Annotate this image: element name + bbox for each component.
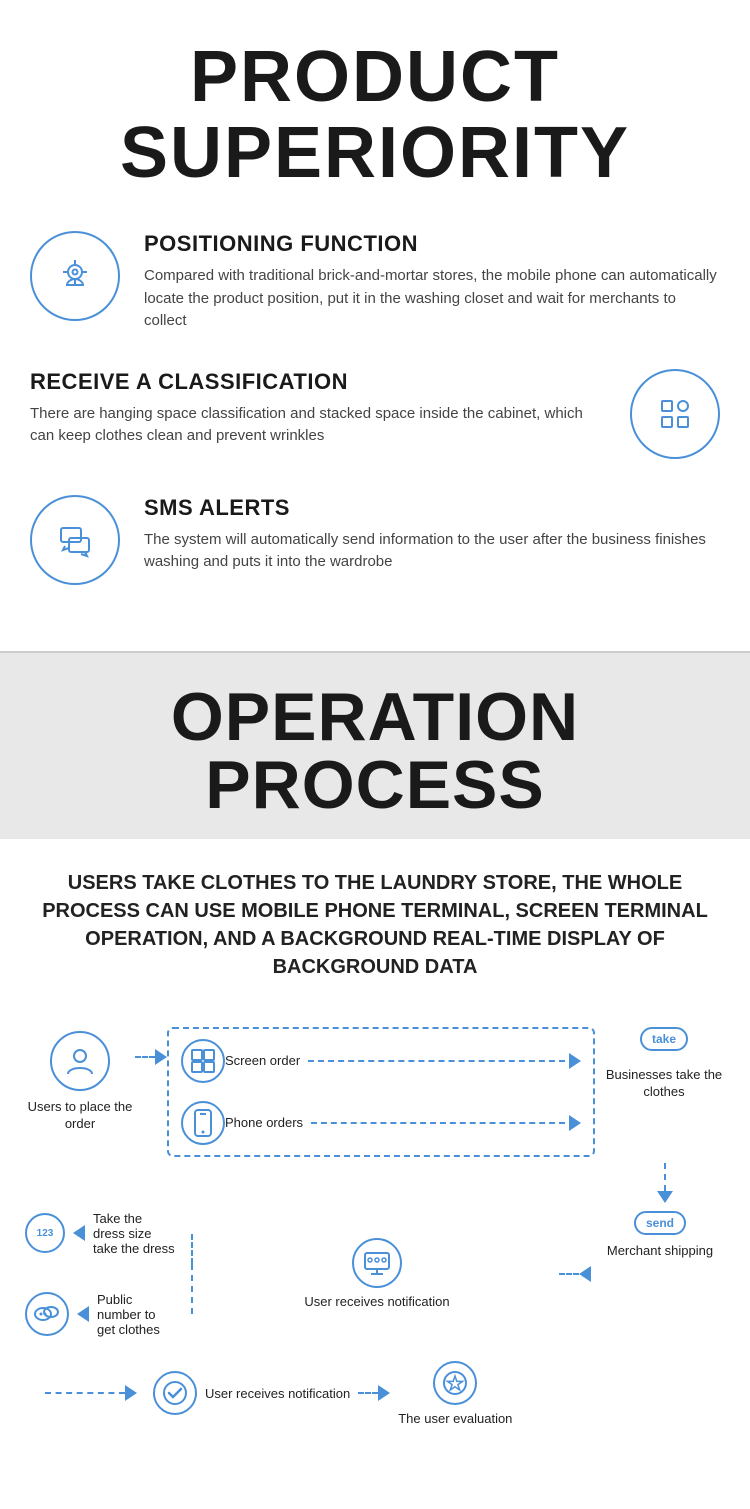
mid-section: 123 Take the dress size take the dress	[25, 1211, 725, 1337]
positioning-icon-circle	[30, 231, 120, 321]
users-label: Users to place the order	[25, 1099, 135, 1133]
check-icon-circle	[153, 1371, 197, 1415]
operation-section: OPERATION PROCESS	[0, 653, 750, 839]
monitor-icon	[362, 1248, 392, 1278]
grid-icon	[653, 392, 697, 436]
user-receives2-label: User receives notification	[205, 1386, 350, 1401]
arrow-left-notif	[579, 1266, 591, 1282]
down-arrow-container	[657, 1163, 673, 1203]
bottom-h-line	[45, 1392, 125, 1394]
biz-take-tag: take	[640, 1027, 688, 1051]
public-number-item: Public number to get clothes	[25, 1292, 177, 1337]
classification-title: RECEIVE A CLASSIFICATION	[30, 369, 606, 395]
user-receives-label: User receives notification	[304, 1294, 449, 1309]
public-number-icon	[25, 1292, 69, 1336]
arrow1	[155, 1049, 167, 1065]
user-icon	[50, 1031, 110, 1091]
wechat-icon	[33, 1300, 61, 1328]
phone-order-row: Phone orders	[181, 1101, 581, 1145]
phone-arrow	[569, 1115, 581, 1131]
positioning-title: POSITIONING FUNCTION	[144, 231, 720, 257]
bottom-check-block: User receives notification	[153, 1371, 350, 1415]
top-flow-row: Users to place the order	[25, 1021, 725, 1157]
star-icon-circle	[433, 1361, 477, 1405]
mid-notification: User receives notification	[199, 1211, 555, 1337]
feature-sms: SMS ALERTS The system will automatically…	[30, 495, 720, 585]
feature-positioning: POSITIONING FUNCTION Compared with tradi…	[30, 231, 720, 333]
screen-order-row: Screen order	[181, 1039, 581, 1083]
evaluation-block: The user evaluation	[398, 1361, 512, 1426]
h-line-notif	[559, 1273, 579, 1275]
right-merchant: send Merchant shipping	[595, 1211, 725, 1337]
take-dress-icon: 123	[25, 1213, 65, 1253]
screen-icon	[190, 1048, 216, 1074]
orders-dashed-box: Screen order Phone orders	[167, 1027, 595, 1157]
down-arrow-row	[25, 1163, 725, 1203]
send-tag: send	[634, 1211, 686, 1235]
process-subtitle: USERS TAKE CLOTHES TO THE LAUNDRY STORE,…	[20, 869, 730, 981]
bottom-arrow-right2	[378, 1385, 390, 1401]
check-icon	[161, 1379, 189, 1407]
screen-order-icon	[181, 1039, 225, 1083]
arrow-down	[657, 1191, 673, 1203]
phone-h-line	[311, 1122, 565, 1124]
merchant-shipping-label: Merchant shipping	[607, 1243, 713, 1258]
v-line-down	[664, 1163, 666, 1191]
h-line1	[135, 1056, 155, 1058]
biz-take-label: Businesses take the clothes	[603, 1067, 725, 1101]
spacer	[25, 1264, 177, 1284]
sms-text: SMS ALERTS The system will automatically…	[144, 495, 720, 574]
person-icon	[63, 1044, 97, 1078]
classification-icon-circle	[630, 369, 720, 459]
arrow-left-pub	[77, 1306, 89, 1322]
public-number-label: Public number to get clothes	[97, 1292, 177, 1337]
arrow-left-dress	[73, 1225, 85, 1241]
operation-title: OPERATION PROCESS	[20, 683, 730, 819]
location-icon	[53, 254, 97, 298]
mid-arrows	[185, 1211, 199, 1337]
feature-classification: RECEIVE A CLASSIFICATION There are hangi…	[30, 369, 720, 459]
sms-icon-circle	[30, 495, 120, 585]
screen-arrow	[569, 1053, 581, 1069]
connector-left	[135, 1021, 167, 1065]
process-content: USERS TAKE CLOTHES TO THE LAUNDRY STORE,…	[0, 839, 750, 1466]
classification-text: RECEIVE A CLASSIFICATION There are hangi…	[30, 369, 606, 448]
phone-order-icon	[181, 1101, 225, 1145]
take-dress-item: 123 Take the dress size take the dress	[25, 1211, 177, 1256]
product-superiority-section: PRODUCT SUPERIORITY POSITIONING FUNCTION…	[0, 0, 750, 651]
v-line-mid2	[191, 1264, 193, 1314]
bottom-arrow-right	[125, 1385, 137, 1401]
bottom-flow-row: User receives notification The user eval…	[25, 1361, 725, 1426]
classification-desc: There are hanging space classification a…	[30, 403, 606, 448]
positioning-text: POSITIONING FUNCTION Compared with tradi…	[144, 231, 720, 333]
bottom-h-line2	[358, 1392, 378, 1394]
evaluation-label: The user evaluation	[398, 1411, 512, 1426]
notification-icon-mid	[352, 1238, 402, 1288]
main-title: PRODUCT SUPERIORITY	[30, 40, 720, 191]
phone-order-label: Phone orders	[225, 1115, 303, 1130]
biz-block: take Businesses take the clothes	[595, 1021, 725, 1101]
flow-diagram: Users to place the order	[25, 1021, 725, 1426]
bottom-arrow2	[358, 1385, 390, 1401]
screen-h-line	[308, 1060, 565, 1062]
phone-icon	[192, 1109, 214, 1137]
v-line-mid1	[191, 1234, 193, 1264]
take-dress-label: Take the dress size take the dress	[93, 1211, 177, 1256]
arrow-left-notif-container	[555, 1211, 595, 1337]
sms-title: SMS ALERTS	[144, 495, 720, 521]
star-icon	[441, 1369, 469, 1397]
sms-desc: The system will automatically send infor…	[144, 529, 720, 574]
positioning-desc: Compared with traditional brick-and-mort…	[144, 265, 720, 333]
left-returns: 123 Take the dress size take the dress	[25, 1211, 185, 1337]
screen-order-label: Screen order	[225, 1053, 300, 1068]
bottom-left-arrow	[45, 1385, 137, 1401]
chat-icon	[53, 518, 97, 562]
users-block: Users to place the order	[25, 1021, 135, 1133]
